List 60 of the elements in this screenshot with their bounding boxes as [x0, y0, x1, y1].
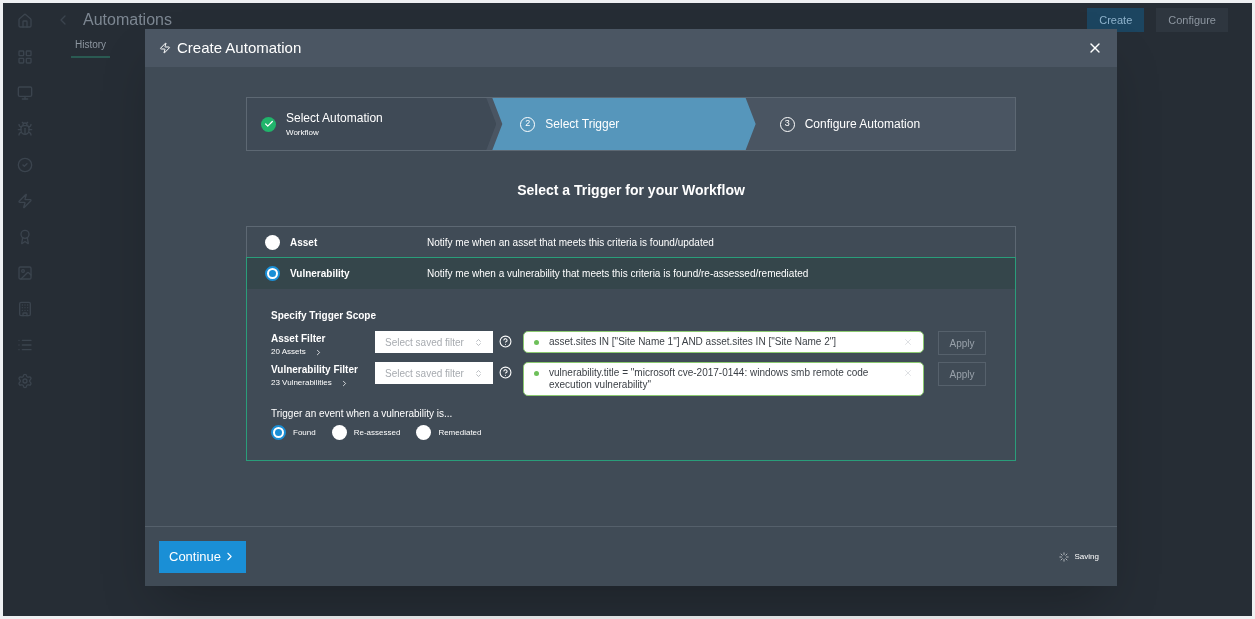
sort-arrows-icon	[474, 337, 483, 347]
wizard-step[interactable]: 2 Select Trigger	[492, 98, 756, 150]
trigger-option[interactable]: Asset Notify me when an asset that meets this criteria is found/updated	[247, 227, 1015, 258]
query-field[interactable]: vulnerability.title = "microsoft cve-2017-0144: windows smb remote code execution vulnerability"	[523, 362, 924, 396]
award-icon[interactable]	[17, 229, 33, 245]
lightning-icon[interactable]	[17, 193, 33, 209]
configure-button[interactable]: Configure	[1156, 8, 1228, 32]
list-icon[interactable]	[17, 337, 33, 353]
check-icon	[261, 116, 276, 132]
radio-label: Remediated	[438, 426, 482, 439]
filter-count-link[interactable]: 23 Vulnerabilities	[271, 377, 375, 389]
radio-button[interactable]	[271, 425, 286, 440]
continue-button[interactable]: Continue	[159, 540, 247, 573]
trigger-description: Notify me when an asset that meets this criteria is found/updated	[427, 236, 714, 250]
clear-icon[interactable]	[903, 368, 913, 378]
scope-title: Specify Trigger Scope	[271, 309, 378, 323]
grid-icon[interactable]	[17, 49, 33, 65]
saved-filter-select[interactable]: Select saved filter	[375, 331, 493, 353]
radio-label: Re-assessed	[353, 426, 401, 439]
query-text: asset.sites IN ["Site Name 1"] AND asset.sites IN ["Site Name 2"]	[549, 336, 838, 348]
radio-button[interactable]	[265, 235, 280, 250]
clear-icon[interactable]	[903, 337, 913, 347]
page-title: Automations	[83, 10, 172, 30]
filter-label: Asset Filter	[271, 332, 327, 346]
check-circle-icon[interactable]	[17, 157, 33, 173]
trigger-option[interactable]: Vulnerability Notify me when a vulnerability that meets this criteria is found/re-assessed/remediated	[247, 258, 1015, 289]
settings-icon[interactable]	[17, 373, 33, 389]
query-text: vulnerability.title = "microsoft cve-2017-0144: windows smb remote code execution vulnerability"	[549, 367, 870, 391]
filter-label: Vulnerability Filter	[271, 363, 359, 377]
spinner-icon	[1058, 551, 1069, 562]
query-field[interactable]: asset.sites IN ["Site Name 1"] AND asset.sites IN ["Site Name 2"]	[523, 331, 924, 353]
home-icon[interactable]	[17, 13, 33, 29]
trigger-description: Notify me when a vulnerability that meets this criteria is found/re-assessed/remediated	[427, 267, 809, 281]
help-icon[interactable]	[499, 335, 512, 348]
step-sublabel: Workflow	[286, 127, 320, 139]
trigger-label: Asset	[290, 236, 319, 250]
step-label: Configure Automation	[804, 116, 921, 133]
lightning-icon	[159, 42, 171, 54]
dialog-title: Create Automation	[177, 37, 302, 58]
create-button[interactable]: Create	[1087, 8, 1145, 32]
wizard-step[interactable]: Select Automation Workflow	[247, 98, 497, 150]
radio-button[interactable]	[265, 266, 280, 281]
radio-button[interactable]	[331, 425, 347, 440]
building-icon[interactable]	[17, 301, 33, 317]
trigger-label: Vulnerability	[290, 267, 351, 281]
sort-arrows-icon	[474, 368, 483, 378]
monitor-icon[interactable]	[17, 85, 33, 101]
event-prompt: Trigger an event when a vulnerability is...	[271, 407, 454, 421]
radio-button[interactable]	[416, 425, 432, 440]
section-heading: Select a Trigger for your Workflow	[517, 181, 745, 200]
radio-label: Found	[293, 426, 316, 439]
history-tab[interactable]: History	[71, 37, 111, 58]
image-icon[interactable]	[17, 265, 33, 281]
saving-status: Saving	[1074, 550, 1099, 563]
bug-icon[interactable]	[17, 121, 33, 137]
filter-count-link[interactable]: 20 Assets	[271, 346, 375, 358]
step-label: Select Trigger	[545, 116, 620, 133]
saved-filter-select[interactable]: Select saved filter	[375, 362, 493, 384]
step-label: Select Automation	[286, 110, 383, 127]
help-icon[interactable]	[499, 366, 512, 379]
